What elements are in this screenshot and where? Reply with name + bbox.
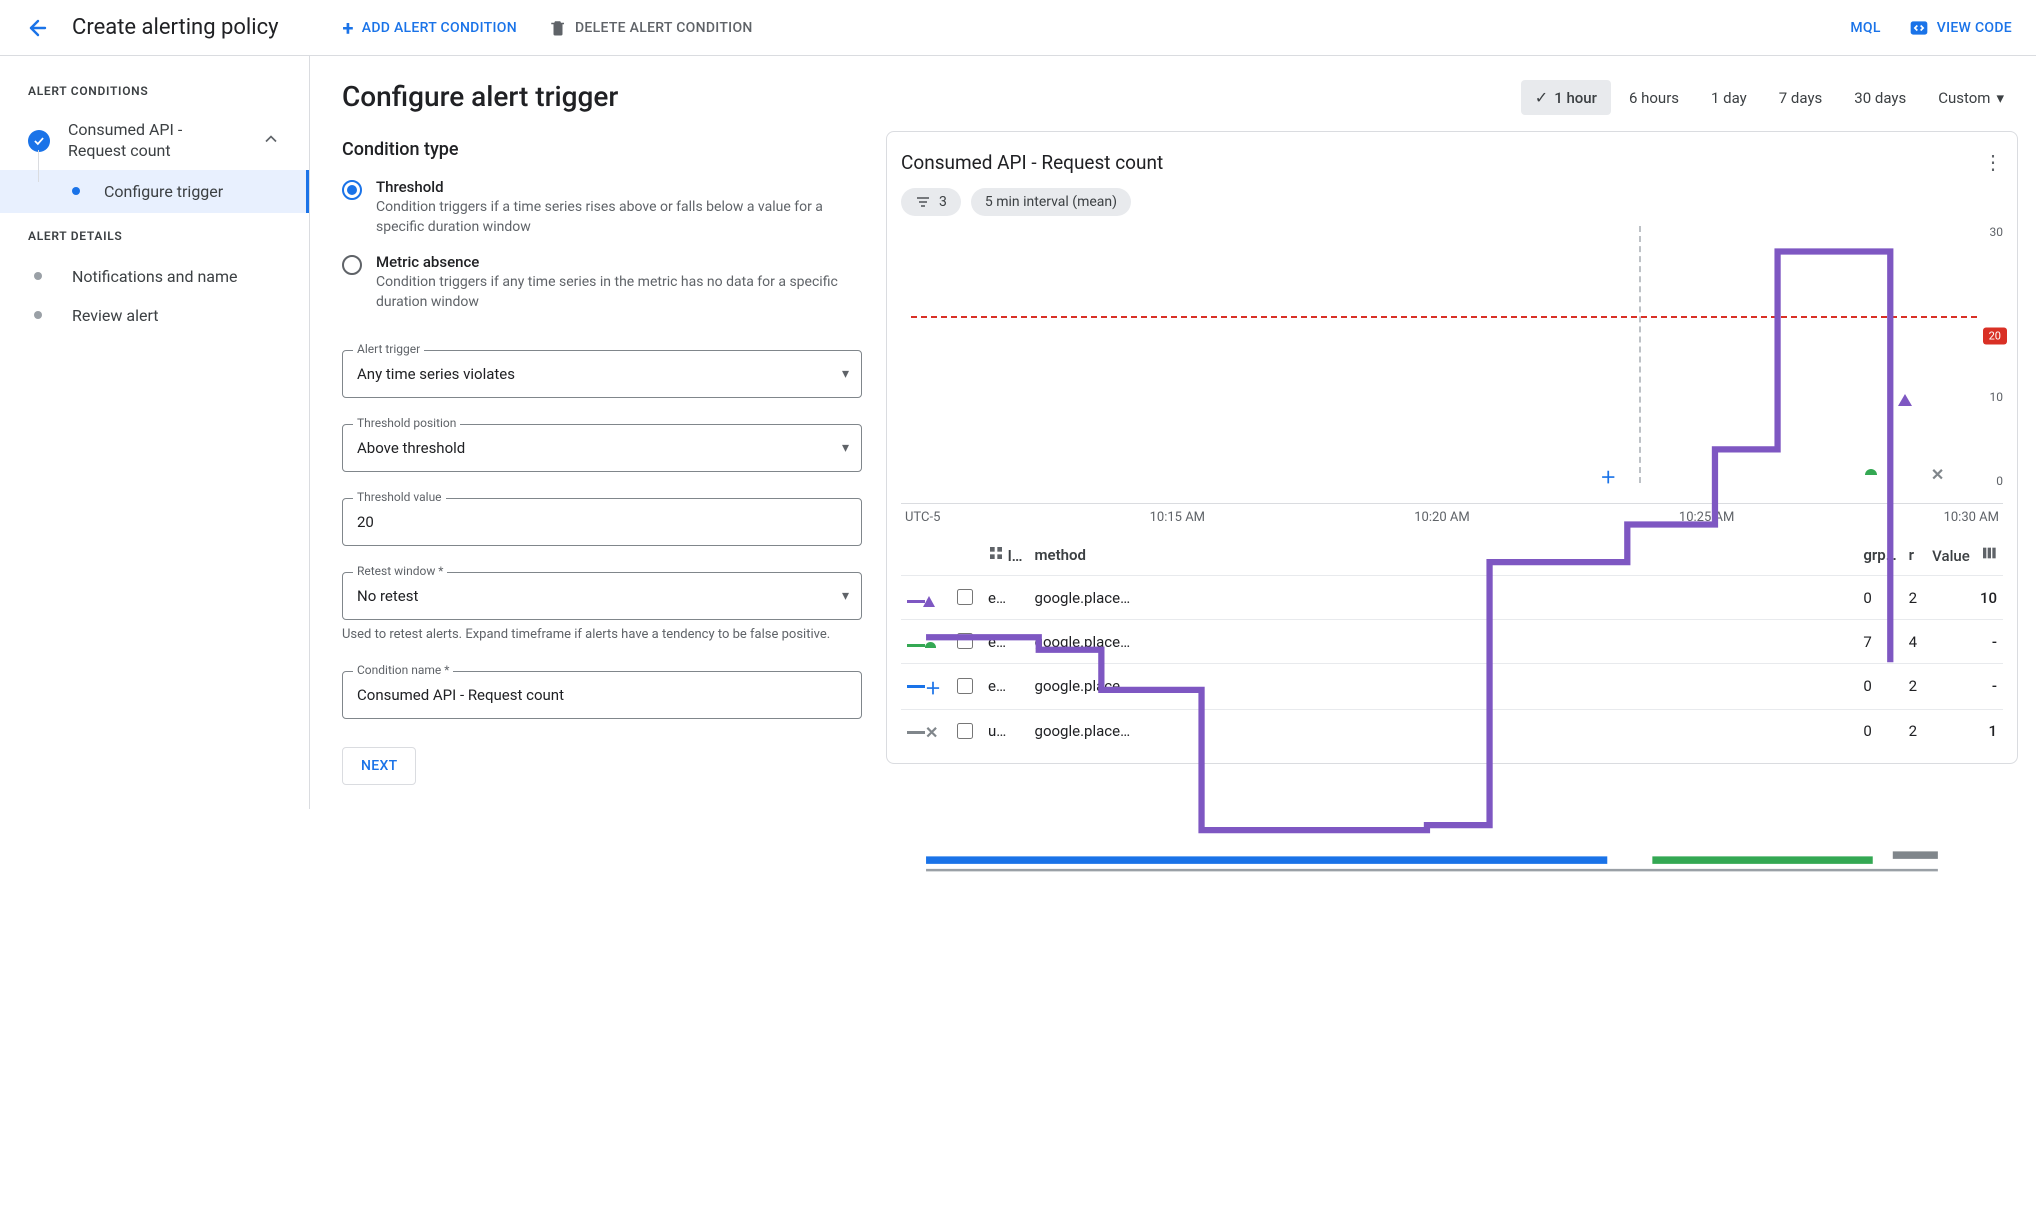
mql-button[interactable]: MQL	[1850, 20, 1880, 36]
radio-absence-desc: Condition triggers if any time series in…	[376, 273, 846, 312]
time-chip-label: 6 hours	[1629, 89, 1679, 107]
topbar: Create alerting policy + ADD ALERT CONDI…	[0, 0, 2036, 56]
caret-down-icon: ▾	[842, 588, 849, 604]
sidebar-subitem-label: Configure trigger	[104, 182, 223, 201]
field-value: Any time series violates	[343, 351, 861, 397]
view-code-button[interactable]: VIEW CODE	[1909, 18, 2012, 38]
field-value: Consumed API - Request count	[343, 672, 861, 718]
delete-alert-condition-button[interactable]: DELETE ALERT CONDITION	[549, 19, 753, 37]
filter-chip[interactable]: 3	[901, 188, 961, 216]
code-icon	[1909, 18, 1929, 38]
interval-chip[interactable]: 5 min interval (mean)	[971, 188, 1131, 216]
radio-icon	[342, 180, 362, 200]
chart-svg	[901, 224, 2003, 925]
preview-column: ✓ 1 hour 6 hours 1 day 7 days 30 days Cu…	[886, 80, 2018, 764]
form-title: Configure alert trigger	[342, 80, 862, 113]
add-alert-condition-button[interactable]: + ADD ALERT CONDITION	[343, 16, 517, 40]
field-value: Above threshold	[343, 425, 861, 471]
bullet-icon	[72, 187, 80, 195]
next-button[interactable]: NEXT	[342, 747, 416, 785]
sidebar-section-details: ALERT DETAILS	[0, 225, 309, 257]
sidebar-condition-item[interactable]: Consumed API - Request count	[0, 112, 309, 170]
retest-helper-text: Used to retest alerts. Expand timeframe …	[342, 626, 862, 644]
radio-metric-absence[interactable]: Metric absence Condition triggers if any…	[342, 249, 862, 324]
sidebar-subitem-configure-trigger[interactable]: Configure trigger	[0, 170, 309, 213]
threshold-value-input[interactable]: Threshold value 20	[342, 498, 862, 546]
back-button[interactable]	[24, 16, 48, 40]
interval-label: 5 min interval (mean)	[985, 194, 1117, 210]
caret-down-icon: ▾	[842, 366, 849, 382]
trash-icon	[549, 19, 567, 37]
field-label: Threshold value	[353, 490, 446, 504]
time-range-custom[interactable]: Custom ▾	[1924, 81, 2018, 115]
filter-icon	[915, 194, 931, 210]
chart: 30 10 0 20	[901, 224, 2003, 504]
caret-down-icon: ▾	[1996, 89, 2004, 107]
sidebar-section-conditions: ALERT CONDITIONS	[0, 80, 309, 112]
field-label: Alert trigger	[353, 342, 424, 356]
bullet-icon	[34, 311, 42, 319]
check-circle-icon	[28, 130, 50, 152]
time-chip-label: 7 days	[1779, 89, 1823, 107]
field-label: Retest window *	[353, 564, 447, 578]
radio-threshold[interactable]: Threshold Condition triggers if a time s…	[342, 174, 862, 249]
field-label: Threshold position	[353, 416, 460, 430]
sidebar-condition-label: Consumed API - Request count	[68, 120, 243, 162]
time-range-1hour[interactable]: ✓ 1 hour	[1521, 80, 1611, 115]
sidebar-item-notifications[interactable]: Notifications and name	[0, 257, 309, 296]
time-range-1day[interactable]: 1 day	[1697, 81, 1761, 115]
radio-icon	[342, 255, 362, 275]
marker-triangle-icon	[1898, 394, 1910, 406]
time-range-7days[interactable]: 7 days	[1765, 81, 1837, 115]
card-title: Consumed API - Request count	[901, 151, 1163, 174]
alert-trigger-select[interactable]: Alert trigger Any time series violates ▾	[342, 350, 862, 398]
filter-count: 3	[939, 194, 947, 210]
time-range-6hours[interactable]: 6 hours	[1615, 81, 1693, 115]
page-title: Create alerting policy	[72, 15, 279, 40]
time-range-30days[interactable]: 30 days	[1840, 81, 1920, 115]
time-chip-label: Custom	[1938, 89, 1990, 107]
next-label: NEXT	[361, 758, 397, 774]
condition-type-heading: Condition type	[342, 139, 862, 160]
threshold-position-select[interactable]: Threshold position Above threshold ▾	[342, 424, 862, 472]
time-range-picker: ✓ 1 hour 6 hours 1 day 7 days 30 days Cu…	[886, 80, 2018, 115]
add-condition-label: ADD ALERT CONDITION	[362, 20, 517, 36]
condition-name-input[interactable]: Condition name * Consumed API - Request …	[342, 671, 862, 719]
marker-plus-icon: ＋	[1600, 472, 1612, 484]
marker-x-icon: ✕	[1931, 469, 1943, 481]
arrow-left-icon	[24, 16, 48, 40]
radio-threshold-label: Threshold	[376, 178, 846, 196]
delete-condition-label: DELETE ALERT CONDITION	[575, 20, 753, 36]
radio-threshold-desc: Condition triggers if a time series rise…	[376, 198, 846, 237]
chevron-up-icon[interactable]	[261, 129, 281, 153]
caret-down-icon: ▾	[842, 440, 849, 456]
bullet-icon	[34, 272, 42, 280]
plus-icon: +	[343, 16, 354, 40]
form-column: Configure alert trigger Condition type T…	[342, 80, 862, 785]
time-chip-label: 30 days	[1854, 89, 1906, 107]
retest-window-select[interactable]: Retest window * No retest ▾	[342, 572, 862, 620]
view-code-label: VIEW CODE	[1937, 20, 2012, 36]
sidebar: ALERT CONDITIONS Consumed API - Request …	[0, 56, 310, 809]
time-chip-label: 1 hour	[1554, 89, 1597, 107]
time-chip-label: 1 day	[1711, 89, 1747, 107]
field-value: No retest	[343, 573, 861, 619]
mql-label: MQL	[1850, 20, 1880, 36]
field-value: 20	[343, 499, 861, 545]
kebab-menu-button[interactable]: ⋮	[1983, 150, 2003, 174]
field-label: Condition name *	[353, 663, 453, 677]
sidebar-item-label: Notifications and name	[72, 267, 238, 286]
preview-card: Consumed API - Request count ⋮ 3 5 min i…	[886, 131, 2018, 764]
radio-absence-label: Metric absence	[376, 253, 846, 271]
sidebar-item-review[interactable]: Review alert	[0, 296, 309, 335]
check-icon: ✓	[1535, 88, 1548, 107]
sidebar-item-label: Review alert	[72, 306, 158, 325]
marker-semi-icon	[1865, 469, 1877, 481]
